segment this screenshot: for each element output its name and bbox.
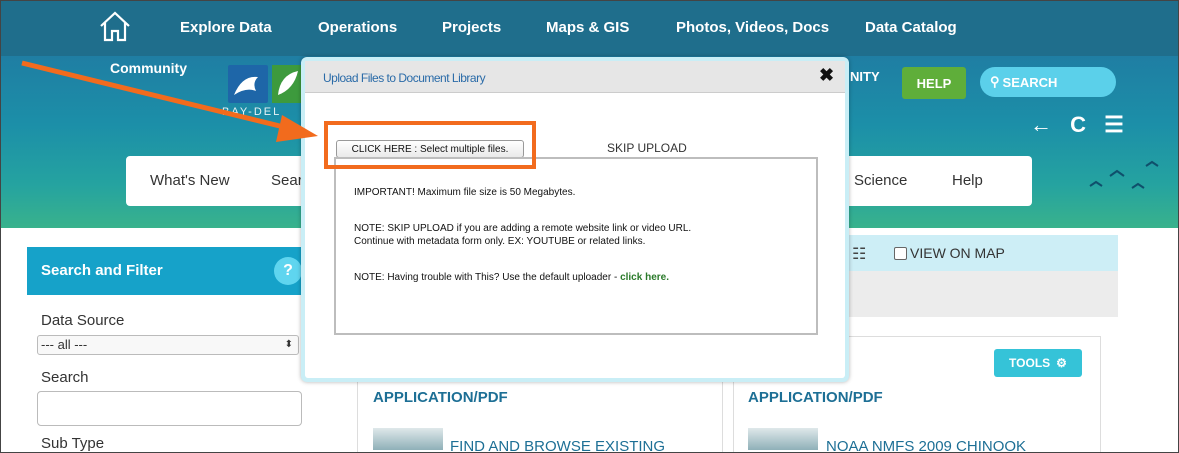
birds-icon [1089, 160, 1159, 189]
chevron-updown-icon: ⬍ [284, 339, 293, 350]
search-input[interactable] [37, 391, 302, 426]
data-source-label: Data Source [41, 312, 125, 329]
menu-help[interactable]: Help [952, 172, 983, 189]
result-title[interactable]: FIND AND BROWSE EXISTING [450, 438, 665, 453]
select-button-highlight [324, 121, 536, 169]
data-source-value: --- all --- [41, 337, 88, 352]
nav-explore-data[interactable]: Explore Data [180, 19, 272, 36]
upload-dialog-body: Upload Files to Document Library ✖ CLICK… [305, 61, 845, 378]
data-source-select[interactable]: --- all --- ⬍ [37, 335, 299, 355]
skip-note-line1: NOTE: SKIP UPLOAD if you are adding a re… [354, 223, 692, 234]
search-filter-title: Search and Filter [41, 262, 163, 279]
dialog-titlebar: Upload Files to Document Library ✖ [305, 61, 845, 93]
logo-text: BAY-DEL [222, 106, 282, 118]
result-title[interactable]: NOAA NMFS 2009 CHINOOK [826, 438, 1026, 453]
home-icon[interactable] [97, 8, 133, 44]
results-bar-gray [846, 271, 1118, 317]
list-view-icon[interactable]: ☷ [852, 244, 866, 264]
search-button[interactable]: ⚲ SEARCH [980, 67, 1116, 97]
close-icon[interactable]: ✖ [819, 65, 834, 86]
max-size-note: IMPORTANT! Maximum file size is 50 Megab… [354, 187, 576, 198]
leaf-logo-icon [272, 65, 302, 103]
search-label: SEARCH [1002, 74, 1058, 90]
help-icon[interactable]: ? [274, 257, 302, 285]
nav-photos-videos-docs[interactable]: Photos, Videos, Docs [676, 19, 829, 36]
menu-search[interactable]: Sear [271, 172, 303, 189]
search-icon: ⚲ [990, 74, 1000, 89]
subtype-label: Sub Type [41, 435, 105, 452]
upload-dialog: Upload Files to Document Library ✖ CLICK… [301, 57, 849, 382]
community-link[interactable]: Community [110, 60, 187, 76]
result-thumbnail[interactable] [373, 428, 443, 450]
skip-note-line2: Continue with metadata form only. EX: YO… [354, 236, 646, 247]
upload-info-box: IMPORTANT! Maximum file size is 50 Megab… [334, 157, 818, 335]
community-nav-fragment[interactable]: NITY [850, 69, 880, 84]
tools-label: TOOLS [1009, 356, 1051, 370]
nav-data-catalog[interactable]: Data Catalog [865, 19, 957, 36]
result-thumbnail[interactable] [748, 428, 818, 450]
top-nav: Explore Data Operations Projects Maps & … [0, 0, 1179, 56]
dialog-title: Upload Files to Document Library [323, 71, 486, 85]
search-label: Search [41, 369, 89, 386]
result-type: APPLICATION/PDF [748, 389, 883, 406]
menu-science[interactable]: Science [854, 172, 907, 189]
menu-whats-new[interactable]: What's New [150, 172, 230, 189]
nav-operations[interactable]: Operations [318, 19, 397, 36]
logo-icon [228, 65, 268, 103]
nav-projects[interactable]: Projects [442, 19, 501, 36]
view-on-map-label[interactable]: VIEW ON MAP [910, 245, 1005, 261]
nav-maps-gis[interactable]: Maps & GIS [546, 19, 629, 36]
trouble-note: NOTE: Having trouble with This? Use the … [354, 271, 669, 284]
default-uploader-link[interactable]: click here. [620, 272, 669, 283]
page: Explore Data Operations Projects Maps & … [0, 0, 1179, 453]
help-button[interactable]: HELP [902, 67, 966, 99]
view-on-map-checkbox[interactable] [894, 247, 907, 260]
search-filter-header: Search and Filter ? [27, 247, 309, 295]
trouble-note-text: NOTE: Having trouble with This? Use the … [354, 272, 621, 283]
gear-icon: ⚙ [1056, 356, 1067, 370]
result-type: APPLICATION/PDF [373, 389, 508, 406]
tools-button[interactable]: TOOLS ⚙ [994, 349, 1082, 377]
skip-upload-link[interactable]: SKIP UPLOAD [607, 141, 687, 155]
